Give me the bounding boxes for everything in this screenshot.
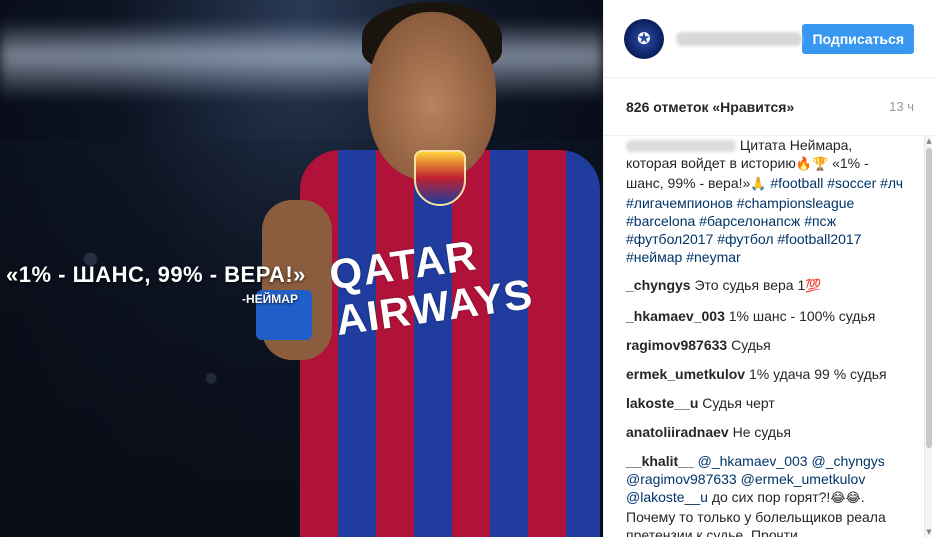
mention[interactable]: @_hkamaev_003 [698,453,808,469]
hashtag[interactable]: #football2017 [777,231,861,247]
hashtag[interactable]: #лигачемпионов [626,195,733,211]
scroll-up-arrow-icon[interactable]: ▲ [925,136,933,146]
follow-button[interactable]: Подписаться [802,23,914,54]
mention[interactable]: @ermek_umetkulov [741,471,866,487]
comment-username[interactable]: anatoliiradnaev [626,424,729,440]
comments-scrollbar[interactable]: ▲ ▼ [924,136,932,537]
comment-item: ermek_umetkulov 1% удача 99 % судья [626,365,907,383]
likes-row: 826 отметок «Нравится» 13 ч [604,78,938,136]
comment-item: __khalit__ @_hkamaev_003 @_chyngys @ragi… [626,452,907,537]
caption-emoji-fire-trophy: 🔥🏆 [795,157,829,172]
post-side-panel: ✪ Подписаться 826 отметок «Нравится» 13 … [603,0,938,537]
post-time[interactable]: 13 ч [889,99,914,114]
hashtag[interactable]: #championsleague [737,195,855,211]
comment-text: Судья [731,337,771,353]
username-blurred[interactable] [676,31,803,46]
comment-item: _hkamaev_003 1% шанс - 100% судья [626,307,907,325]
post-photo[interactable]: QATAR AIRWAYS «1% - ШАНС, 99% - ВЕРА!» -… [0,0,603,537]
hashtag[interactable]: #neymar [686,249,740,265]
post-header: ✪ Подписаться [604,0,938,78]
hashtag[interactable]: #неймар [626,249,682,265]
comment-item: lakoste__u Судья черт [626,394,907,412]
comments-list[interactable]: Цитата Неймара, которая войдет в историю… [604,136,919,537]
champions-league-star-icon: ✪ [637,29,651,48]
hashtag[interactable]: #soccer [827,175,876,191]
comment-username[interactable]: ermek_umetkulov [626,366,745,382]
comment-username[interactable]: _chyngys [626,277,691,293]
photo-quote: «1% - ШАНС, 99% - ВЕРА!» [6,262,306,287]
comment-text: 1% шанс - 100% судья [728,308,876,324]
comment-item: anatoliiradnaev Не судья [626,423,907,441]
comment-item: _chyngys Это судья вера 1💯 [626,276,907,296]
hashtag[interactable]: #лч [880,175,903,191]
photo-quote-author: -НЕЙМАР [242,292,298,306]
player-jersey [300,150,600,537]
hashtag[interactable]: #псж [804,213,836,229]
comment-emoji-laughing: 😂😂 [830,491,861,506]
comment-username[interactable]: lakoste__u [626,395,698,411]
mention[interactable]: @_chyngys [811,453,884,469]
comment-text: Это судья вера 1 [694,277,806,293]
mention[interactable]: @lakoste__u [626,489,708,505]
comment-item: ragimov987633 Судья [626,336,907,354]
comment-text: 1% удача 99 % судья [748,366,887,382]
comment-text: Не судья [732,424,791,440]
comment-text: до сих пор горят?! [707,489,831,505]
scroll-down-arrow-icon[interactable]: ▼ [925,527,933,537]
post-caption: Цитата Неймара, которая войдет в историю… [626,136,907,266]
comment-text: Судья черт [702,395,775,411]
stadium-lights [0,20,603,100]
mention[interactable]: @ragimov987633 [626,471,737,487]
club-crest [414,150,466,206]
avatar[interactable]: ✪ [624,18,664,59]
hashtag[interactable]: #football [770,175,823,191]
caption-username-blurred[interactable] [626,140,736,153]
caption-emoji-pray: 🙏 [750,177,767,192]
hashtag[interactable]: #barcelona [626,213,695,229]
likes-count[interactable]: 826 отметок «Нравится» [626,99,794,115]
hashtag[interactable]: #барселонапсж [699,213,800,229]
scroll-thumb[interactable] [926,148,932,448]
comment-username[interactable]: _hkamaev_003 [626,308,725,324]
comment-emoji-hundred: 💯 [805,279,822,294]
comment-username[interactable]: ragimov987633 [626,337,727,353]
comment-username[interactable]: __khalit__ [626,453,694,469]
hashtag[interactable]: #футбол2017 [626,231,713,247]
hashtag[interactable]: #футбол [717,231,773,247]
